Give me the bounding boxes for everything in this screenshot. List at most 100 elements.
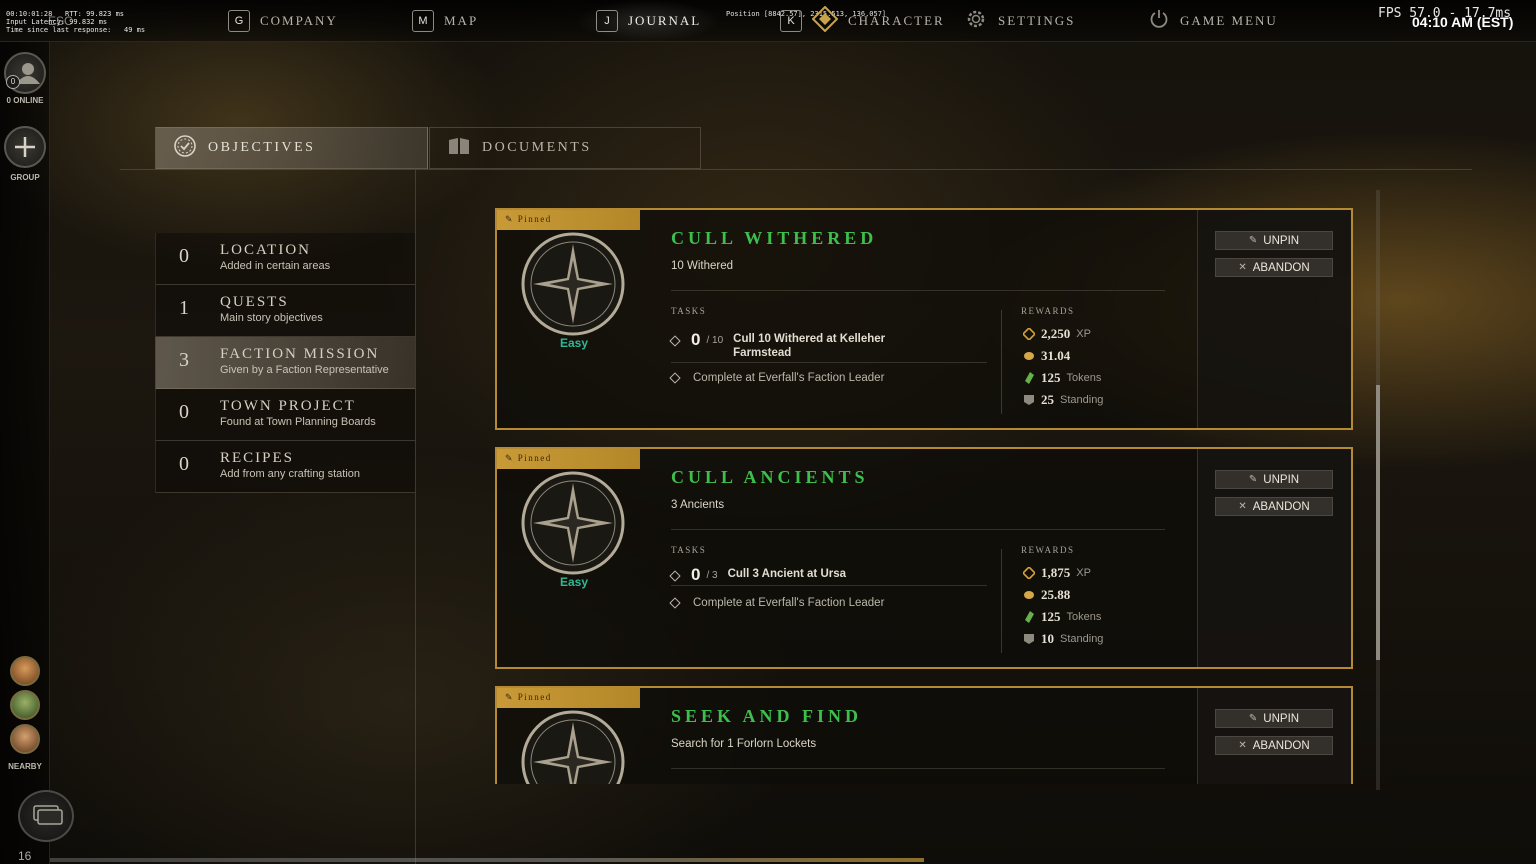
coin-icon xyxy=(1023,589,1035,601)
standing-icon xyxy=(1023,633,1035,645)
coin-icon xyxy=(1023,350,1035,362)
chat-icon xyxy=(33,805,63,825)
mission-title: CULL ANCIENTS xyxy=(671,467,869,487)
unpin-button[interactable]: ✎ UNPIN xyxy=(1215,231,1333,250)
abandon-button[interactable]: ✕ ABANDON xyxy=(1215,258,1333,277)
mission-card[interactable]: ✎ Pinned SEEK AND FIND Search for 1 Forl… xyxy=(495,686,1353,784)
pinned-badge: ✎ Pinned xyxy=(497,688,640,708)
difficulty-label: Easy xyxy=(559,336,589,350)
category-town-project[interactable]: 0 TOWN PROJECT Found at Town Planning Bo… xyxy=(155,389,415,441)
category-divider xyxy=(415,170,416,864)
divider xyxy=(671,768,1165,769)
category-subtitle: Given by a Faction Representative xyxy=(220,364,389,376)
mission-card[interactable]: ✎ Pinned Easy CULL ANCIENTS 3 Ancients T… xyxy=(495,447,1353,669)
category-count: 0 xyxy=(179,245,189,267)
unpin-button[interactable]: ✎ UNPIN xyxy=(1215,470,1333,489)
chat-button[interactable] xyxy=(18,790,74,842)
keybind-g: G xyxy=(228,10,250,32)
category-title: QUESTS xyxy=(220,294,289,310)
category-title: FACTION MISSION xyxy=(220,346,380,362)
online-label: 0 ONLINE xyxy=(6,96,44,105)
group-button[interactable] xyxy=(4,126,46,168)
abandon-button[interactable]: ✕ ABANDON xyxy=(1215,736,1333,755)
task-row: 0 / 10 Cull 10 Withered at Kelleher Farm… xyxy=(669,331,893,360)
left-rail: 0 0 ONLINE GROUP NEARBY xyxy=(0,42,50,864)
category-count: 0 xyxy=(179,453,189,475)
category-count: 3 xyxy=(179,349,189,371)
pin-icon: ✎ xyxy=(505,692,518,702)
category-subtitle: Add from any crafting station xyxy=(220,468,361,480)
abandon-button[interactable]: ✕ ABANDON xyxy=(1215,497,1333,516)
pinned-badge: ✎ Pinned xyxy=(497,449,640,469)
rewards-heading: REWARDS xyxy=(1021,545,1075,555)
task-text: Cull 3 Ancient at Ursa xyxy=(727,568,847,580)
category-title: LOCATION xyxy=(220,242,311,258)
mission-title: SEEK AND FIND xyxy=(671,706,863,726)
nav-company-label: COMPANY xyxy=(260,13,338,28)
category-quests[interactable]: 1 QUESTS Main story objectives xyxy=(155,285,415,337)
complete-text: Complete at Everfall's Faction Leader xyxy=(693,597,885,609)
nav-map[interactable]: M MAP xyxy=(412,10,478,32)
category-title: RECIPES xyxy=(220,450,295,466)
task-diamond-icon xyxy=(669,570,681,582)
bottom-progress-bar xyxy=(50,858,924,862)
pin-icon: ✎ xyxy=(1248,235,1258,246)
compass-icon xyxy=(521,232,625,336)
nav-settings-label: SETTINGS xyxy=(998,13,1076,28)
nav-settings[interactable]: SETTINGS xyxy=(964,10,1075,32)
pinned-badge: ✎ Pinned xyxy=(497,210,640,230)
gear-icon xyxy=(964,7,988,36)
complete-text: Complete at Everfall's Faction Leader xyxy=(693,372,885,384)
divider xyxy=(671,362,987,363)
category-faction-mission[interactable]: 3 FACTION MISSION Given by a Faction Rep… xyxy=(155,337,415,389)
reward-xp: 1,875 XP xyxy=(1023,565,1091,581)
category-title: TOWN PROJECT xyxy=(220,398,356,414)
tasks-heading: TASKS xyxy=(671,545,707,555)
nearby-player-avatar[interactable] xyxy=(10,690,40,720)
divider xyxy=(671,529,1165,530)
close-icon: ✕ xyxy=(1238,501,1247,512)
reward-xp: 2,250 XP xyxy=(1023,326,1091,342)
rewards-heading: REWARDS xyxy=(1021,306,1075,316)
top-bar: 00:10:01:28 RTT: 99.823 ms Input Latency… xyxy=(0,0,1536,42)
scrollbar-thumb[interactable] xyxy=(1376,385,1380,660)
tab-objectives[interactable]: OBJECTIVES xyxy=(155,127,428,169)
pin-icon: ✎ xyxy=(505,214,518,224)
nav-journal[interactable]: J JOURNAL xyxy=(575,0,722,42)
task-diamond-icon xyxy=(669,372,681,384)
divider xyxy=(1001,549,1002,653)
task-total: / 3 xyxy=(706,570,718,581)
divider xyxy=(671,290,1165,291)
category-recipes[interactable]: 0 RECIPES Add from any crafting station xyxy=(155,441,415,493)
task-diamond-icon xyxy=(669,335,681,347)
esc-key-label[interactable]: ESC xyxy=(48,14,73,28)
nearby-player-avatar[interactable] xyxy=(10,656,40,686)
mission-card[interactable]: ✎ Pinned Easy CULL WITHERED 10 Withered … xyxy=(495,208,1353,430)
nav-character[interactable]: K CHARACTER xyxy=(780,5,945,32)
keybind-j: J xyxy=(596,10,618,32)
nav-company[interactable]: G COMPANY xyxy=(228,10,338,32)
mission-title: CULL WITHERED xyxy=(671,228,878,248)
pin-icon: ✎ xyxy=(1248,474,1258,485)
reward-tokens: 125 Tokens xyxy=(1023,370,1101,386)
category-subtitle: Main story objectives xyxy=(220,312,323,324)
category-count: 1 xyxy=(179,297,189,319)
group-label: GROUP xyxy=(10,173,40,182)
difficulty-label: Easy xyxy=(559,575,589,589)
category-list: 0 LOCATION Added in certain areas 1 QUES… xyxy=(155,233,415,493)
reward-standing: 25 Standing xyxy=(1023,392,1103,408)
plus-icon xyxy=(15,137,35,157)
nav-map-label: MAP xyxy=(444,13,479,28)
tab-documents[interactable]: DOCUMENTS xyxy=(429,127,701,169)
mission-description: 10 Withered xyxy=(671,260,734,272)
task-total: / 10 xyxy=(706,335,724,346)
task-row: 0 / 3 Cull 3 Ancient at Ursa xyxy=(669,566,888,583)
nearby-player-avatar[interactable] xyxy=(10,724,40,754)
nav-game-menu[interactable]: GAME MENU xyxy=(1148,9,1278,32)
unpin-button[interactable]: ✎ UNPIN xyxy=(1215,709,1333,728)
keybind-m: M xyxy=(412,10,434,32)
complete-row: Complete at Everfall's Faction Leader xyxy=(669,597,885,609)
standing-icon xyxy=(1023,394,1035,406)
category-location[interactable]: 0 LOCATION Added in certain areas xyxy=(155,233,415,285)
book-icon xyxy=(446,135,472,162)
